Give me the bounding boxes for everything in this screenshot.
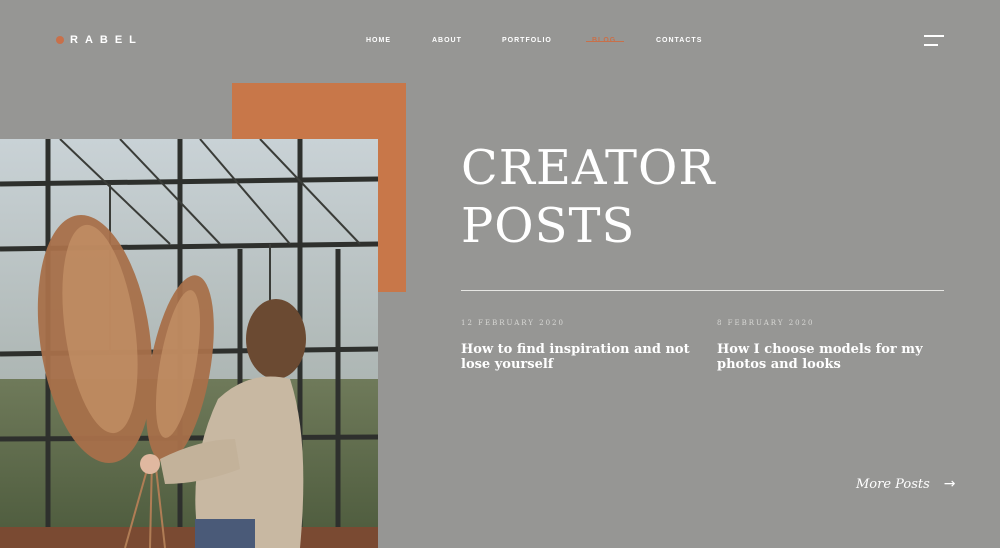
more-posts-label: More Posts [856, 476, 930, 492]
nav-item-portfolio[interactable]: PORTFOLIO [502, 37, 552, 44]
nav-item-home[interactable]: HOME [366, 37, 391, 44]
post-title-link[interactable]: How I choose models for my photos and lo… [717, 342, 947, 372]
post-card: 8 FEBRUARY 2020 How I choose models for … [717, 319, 947, 372]
post-date: 12 FEBRUARY 2020 [461, 319, 565, 327]
page-title-line2: POSTS [461, 198, 636, 254]
nav-item-blog[interactable]: BLOG [585, 37, 625, 44]
post-date: 8 FEBRUARY 2020 [717, 319, 815, 327]
page-title-line1: CREATOR [461, 140, 716, 196]
divider [461, 290, 944, 291]
post-card: 12 FEBRUARY 2020 How to find inspiration… [461, 319, 691, 372]
post-title-link[interactable]: How to find inspiration and not lose you… [461, 342, 691, 372]
main-nav: HOME ABOUT PORTFOLIO BLOG CONTACTS [0, 37, 1000, 49]
arrow-right-icon: → [943, 476, 956, 492]
hamburger-icon[interactable] [924, 35, 944, 49]
nav-item-about[interactable]: ABOUT [432, 37, 462, 44]
more-posts-link[interactable]: More Posts → [856, 476, 956, 492]
nav-item-contacts[interactable]: CONTACTS [656, 37, 702, 44]
page-title: CREATOR POSTS [461, 139, 715, 255]
hero-photo [0, 139, 378, 548]
